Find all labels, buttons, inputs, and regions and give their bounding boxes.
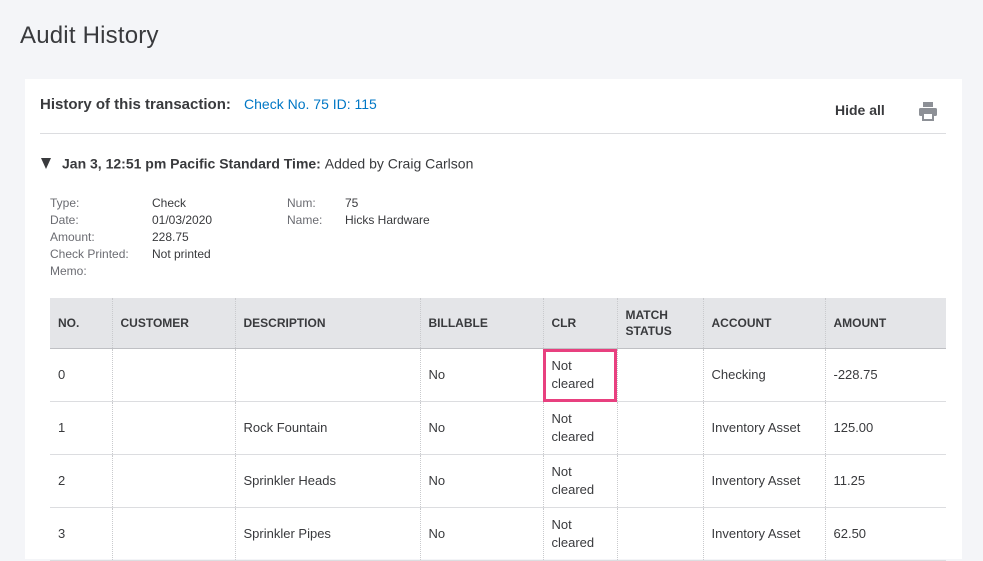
entry-header: Jan 3, 12:51 pm Pacific Standard Time: A… <box>41 154 473 171</box>
cell-description <box>235 348 421 402</box>
line-items-table: NO. CUSTOMER DESCRIPTION BILLABLE CLR MA… <box>50 298 946 561</box>
detail-key: Name: <box>287 213 323 227</box>
hide-all-button[interactable]: Hide all <box>835 102 885 118</box>
cell-amount: -228.75 <box>825 348 946 402</box>
cell-description: Rock Fountain <box>235 401 421 455</box>
detail-value: Not printed <box>152 247 211 261</box>
entry-timestamp: Jan 3, 12:51 pm Pacific Standard Time: <box>62 155 321 172</box>
page-title: Audit History <box>20 22 159 49</box>
transaction-link[interactable]: Check No. 75 ID: 115 <box>244 96 377 112</box>
cell-match-status <box>617 401 704 455</box>
cell-clr: Not cleared <box>543 454 618 508</box>
cell-no: 2 <box>50 454 113 508</box>
details-left: Type: Check Date: 01/03/2020 Amount: 228.75… <box>50 195 212 280</box>
cell-description: Sprinkler Heads <box>235 454 421 508</box>
cell-clr: Not cleared <box>543 348 618 402</box>
header-billable: BILLABLE <box>420 298 544 349</box>
print-icon[interactable] <box>918 101 938 126</box>
detail-key: Check Printed: <box>50 247 129 261</box>
history-header: History of this transaction: Check No. 7… <box>40 96 377 113</box>
cell-customer <box>112 454 236 508</box>
cell-account: Checking <box>703 348 826 402</box>
detail-key: Date: <box>50 213 79 227</box>
detail-key: Type: <box>50 196 80 210</box>
header-account: ACCOUNT <box>703 298 826 349</box>
collapse-caret-icon[interactable] <box>41 157 51 169</box>
table-row: 0 No Not cleared Checking -228.75 <box>50 348 946 402</box>
cell-match-status <box>617 454 704 508</box>
cell-customer <box>112 348 236 402</box>
detail-key: Amount: <box>50 230 95 244</box>
cell-no: 0 <box>50 348 113 402</box>
header-amount: AMOUNT <box>825 298 946 349</box>
cell-match-status <box>617 348 704 402</box>
detail-value: 01/03/2020 <box>152 213 213 227</box>
detail-value: Hicks Hardware <box>345 213 430 227</box>
header-customer: CUSTOMER <box>112 298 236 349</box>
audit-card: History of this transaction: Check No. 7… <box>25 79 962 561</box>
cell-no: 1 <box>50 401 113 455</box>
header-description: DESCRIPTION <box>235 298 421 349</box>
divider <box>40 133 946 134</box>
cell-customer <box>112 401 236 455</box>
detail-value: Check <box>152 196 187 210</box>
cell-account: Inventory Asset <box>703 401 826 455</box>
cell-amount: 125.00 <box>825 401 946 455</box>
cell-account: Inventory Asset <box>703 454 826 508</box>
detail-value: 75 <box>345 196 359 210</box>
cell-billable: No <box>420 348 544 402</box>
detail-key: Num: <box>287 196 316 210</box>
cell-clr: Not cleared <box>543 401 618 455</box>
table-header-row: NO. CUSTOMER DESCRIPTION BILLABLE CLR MA… <box>50 298 946 349</box>
history-label: History of this transaction: <box>40 96 231 113</box>
header-clr: CLR <box>543 298 618 349</box>
header-no: NO. <box>50 298 113 349</box>
entry-action: Added by Craig Carlson <box>324 155 474 172</box>
table-row: 2 Sprinkler Heads No Not cleared Invento… <box>50 454 946 508</box>
details-right: Num: 75 Name: Hicks Hardware <box>287 195 430 229</box>
detail-value: 228.75 <box>152 230 189 244</box>
cell-billable: No <box>420 401 544 455</box>
header-match-status: MATCH STATUS <box>617 298 704 349</box>
table-row: 1 Rock Fountain No Not cleared Inventory… <box>50 401 946 455</box>
cell-billable: No <box>420 454 544 508</box>
detail-key: Memo: <box>50 264 87 278</box>
cell-amount: 11.25 <box>825 454 946 508</box>
